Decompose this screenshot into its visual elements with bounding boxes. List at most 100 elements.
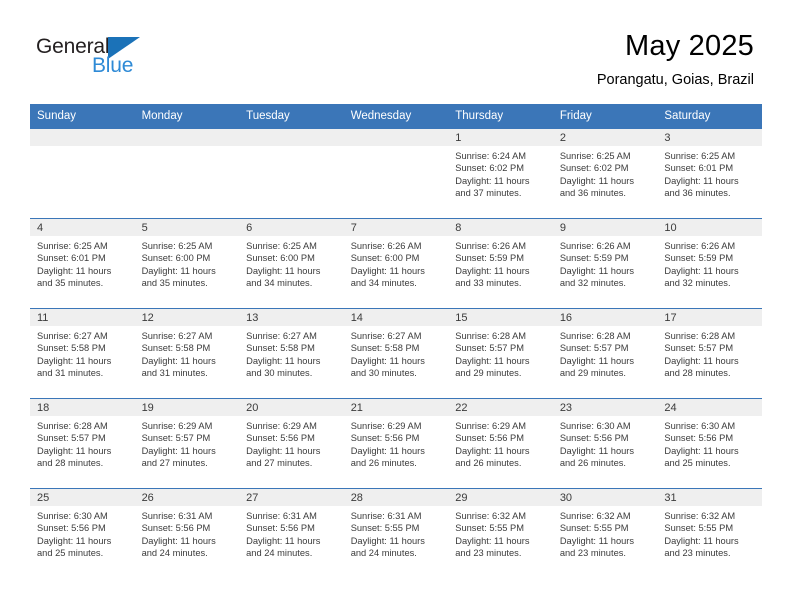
calendar-header-row: Sunday Monday Tuesday Wednesday Thursday Frid… [30, 104, 762, 129]
calendar-day-cell[interactable]: 20 Sunrise: 6:29 AM Sunset: 5:56 PM Dayligh… [239, 398, 344, 489]
calendar-day-cell[interactable]: 12 Sunrise: 6:27 AM Sunset: 5:58 PM Dayligh… [134, 308, 240, 399]
calendar-day-cell[interactable]: 21 Sunrise: 6:29 AM Sunset: 5:56 PM Dayligh… [343, 398, 449, 489]
calendar-day-cell[interactable]: 7 Sunrise: 6:26 AM Sunset: 6:00 PM Daylight… [343, 218, 449, 309]
day-number: 21 [343, 399, 449, 416]
cell-inner: 5 Sunrise: 6:25 AM Sunset: 6:00 PM Daylight… [134, 219, 240, 289]
daylight-text: and 34 minutes. [350, 277, 417, 288]
calendar-day-cell[interactable]: 5 Sunrise: 6:25 AM Sunset: 6:00 PM Daylight… [134, 218, 240, 309]
weekday-header-tuesday: Tuesday [239, 104, 344, 129]
daylight-text: Daylight: 11 hours [37, 265, 112, 276]
day-number: 25 [30, 489, 135, 506]
calendar-day-cell[interactable]: 23 Sunrise: 6:30 AM Sunset: 5:56 PM Dayligh… [552, 398, 658, 489]
daylight-text: Daylight: 11 hours [455, 535, 530, 546]
daylight-text: Daylight: 11 hours [141, 265, 216, 276]
daylight-text: Daylight: 11 hours [664, 445, 739, 456]
day-number: 16 [552, 309, 658, 326]
cell-inner: 14 Sunrise: 6:27 AM Sunset: 5:58 PM Dayligh… [343, 309, 449, 379]
calendar-day-cell[interactable]: 26 Sunrise: 6:31 AM Sunset: 5:56 PM Dayligh… [134, 488, 240, 579]
calendar-day-cell[interactable]: 15 Sunrise: 6:28 AM Sunset: 5:57 PM Dayligh… [448, 308, 553, 399]
day-details: Sunrise: 6:27 AM Sunset: 5:58 PM Daylight:… [344, 326, 449, 379]
sunset-text: Sunset: 5:56 PM [559, 433, 629, 444]
calendar-day-cell[interactable]: 27 Sunrise: 6:31 AM Sunset: 5:56 PM Dayligh… [239, 488, 344, 579]
calendar-day-cell[interactable]: 28 Sunrise: 6:31 AM Sunset: 5:55 PM Dayligh… [343, 488, 449, 579]
sunrise-text: Sunrise: 6:28 AM [559, 331, 631, 341]
calendar-day-cell[interactable]: 24 Sunrise: 6:30 AM Sunset: 5:56 PM Dayligh… [657, 398, 762, 489]
general-blue-logo[interactable]: General Blue [36, 36, 216, 76]
cell-inner: 7 Sunrise: 6:26 AM Sunset: 6:00 PM Daylight… [343, 219, 449, 289]
sunset-text: Sunset: 5:56 PM [455, 433, 524, 444]
sunrise-text: Sunrise: 6:25 AM [559, 151, 631, 161]
page-subtitle: Porangatu, Goias, Brazil [596, 72, 754, 89]
calendar-day-cell[interactable]: 30 Sunrise: 6:32 AM Sunset: 5:55 PM Dayligh… [552, 488, 658, 579]
day-details: Sunrise: 6:29 AM Sunset: 5:57 PM Daylight:… [135, 416, 240, 469]
calendar-day-cell[interactable]: 6 Sunrise: 6:25 AM Sunset: 6:00 PM Daylight… [239, 218, 344, 309]
logo-text-blue: Blue [92, 54, 134, 77]
sunset-text: Sunset: 6:02 PM [559, 163, 629, 174]
daylight-text: and 23 minutes. [559, 547, 626, 558]
daylight-text: and 34 minutes. [246, 277, 313, 288]
calendar-day-cell[interactable]: 10 Sunrise: 6:26 AM Sunset: 5:59 PM Dayligh… [657, 218, 762, 309]
cell-inner: 22 Sunrise: 6:29 AM Sunset: 5:56 PM Dayligh… [448, 399, 553, 469]
daylight-text: and 25 minutes. [664, 457, 731, 468]
day-number: 8 [448, 219, 553, 236]
cell-inner: 28 Sunrise: 6:31 AM Sunset: 5:55 PM Dayligh… [343, 489, 449, 559]
calendar-day-cell[interactable]: 17 Sunrise: 6:28 AM Sunset: 5:57 PM Dayligh… [657, 308, 762, 399]
sunset-text: Sunset: 5:56 PM [350, 433, 420, 444]
daylight-text: Daylight: 11 hours [350, 535, 425, 546]
calendar-day-cell[interactable]: 19 Sunrise: 6:29 AM Sunset: 5:57 PM Dayligh… [134, 398, 240, 489]
daylight-text: Daylight: 11 hours [664, 535, 739, 546]
calendar-day-cell[interactable]: 2 Sunrise: 6:25 AM Sunset: 6:02 PM Daylight… [552, 128, 658, 219]
daylight-text: and 32 minutes. [559, 277, 626, 288]
sunrise-text: Sunrise: 6:30 AM [664, 421, 736, 431]
day-details: Sunrise: 6:27 AM Sunset: 5:58 PM Daylight:… [135, 326, 240, 379]
sunset-text: Sunset: 5:56 PM [246, 523, 315, 534]
calendar-day-cell[interactable]: 31 Sunrise: 6:32 AM Sunset: 5:55 PM Dayligh… [657, 488, 762, 579]
daylight-text: Daylight: 11 hours [141, 445, 216, 456]
page-header: General Blue May 2025 Porangatu, Goias, … [0, 0, 792, 104]
daylight-text: and 36 minutes. [559, 187, 626, 198]
sunset-text: Sunset: 5:59 PM [559, 253, 629, 264]
calendar-day-cell[interactable]: 22 Sunrise: 6:29 AM Sunset: 5:56 PM Dayligh… [448, 398, 553, 489]
calendar-day-cell[interactable]: 3 Sunrise: 6:25 AM Sunset: 6:01 PM Daylight… [657, 128, 762, 219]
calendar-day-cell[interactable]: 25 Sunrise: 6:30 AM Sunset: 5:56 PM Dayligh… [30, 488, 135, 579]
cell-inner [30, 129, 135, 150]
day-details: Sunrise: 6:30 AM Sunset: 5:56 PM Daylight:… [553, 416, 658, 469]
sunrise-text: Sunrise: 6:26 AM [559, 241, 631, 251]
day-number: 6 [239, 219, 344, 236]
daylight-text: Daylight: 11 hours [350, 355, 425, 366]
sunrise-text: Sunrise: 6:29 AM [246, 421, 317, 431]
cell-inner: 25 Sunrise: 6:30 AM Sunset: 5:56 PM Dayligh… [30, 489, 135, 559]
daylight-text: Daylight: 11 hours [455, 355, 530, 366]
sunset-text: Sunset: 5:56 PM [246, 433, 315, 444]
calendar-day-cell[interactable]: 1 Sunrise: 6:24 AM Sunset: 6:02 PM Daylight… [448, 128, 553, 219]
day-details: Sunrise: 6:32 AM Sunset: 5:55 PM Daylight:… [657, 506, 762, 559]
calendar-day-cell[interactable]: 9 Sunrise: 6:26 AM Sunset: 5:59 PM Daylight… [552, 218, 658, 309]
sunset-text: Sunset: 5:58 PM [246, 343, 315, 354]
sunrise-text: Sunrise: 6:28 AM [664, 331, 736, 341]
weekday-header-friday: Friday [552, 104, 658, 129]
sunrise-text: Sunrise: 6:28 AM [37, 421, 108, 431]
daylight-text: Daylight: 11 hours [559, 535, 635, 546]
cell-inner: 9 Sunrise: 6:26 AM Sunset: 5:59 PM Daylight… [552, 219, 658, 289]
calendar-day-cell[interactable]: 29 Sunrise: 6:32 AM Sunset: 5:55 PM Dayligh… [448, 488, 553, 579]
calendar-day-cell[interactable]: 11 Sunrise: 6:27 AM Sunset: 5:58 PM Dayligh… [30, 308, 135, 399]
sunset-text: Sunset: 5:59 PM [455, 253, 524, 264]
calendar-day-cell[interactable]: 13 Sunrise: 6:27 AM Sunset: 5:58 PM Dayligh… [239, 308, 344, 399]
daylight-text: Daylight: 11 hours [141, 355, 216, 366]
calendar-day-cell[interactable]: 4 Sunrise: 6:25 AM Sunset: 6:01 PM Daylight… [30, 218, 135, 309]
calendar-day-cell[interactable]: 18 Sunrise: 6:28 AM Sunset: 5:57 PM Dayligh… [30, 398, 135, 489]
day-number: 13 [239, 309, 344, 326]
calendar-day-cell[interactable]: 14 Sunrise: 6:27 AM Sunset: 5:58 PM Dayligh… [343, 308, 449, 399]
calendar-week-row: 18 Sunrise: 6:28 AM Sunset: 5:57 PM Dayligh… [30, 398, 762, 489]
calendar-week-row: 4 Sunrise: 6:25 AM Sunset: 6:01 PM Daylight… [30, 218, 762, 309]
sunset-text: Sunset: 6:00 PM [350, 253, 420, 264]
title-block: May 2025 Porangatu, Goias, Brazil [597, 30, 754, 90]
cell-inner: 30 Sunrise: 6:32 AM Sunset: 5:55 PM Dayligh… [552, 489, 658, 559]
daylight-text: Daylight: 11 hours [350, 445, 425, 456]
daylight-text: and 27 minutes. [141, 457, 208, 468]
day-number: 29 [448, 489, 553, 506]
day-details: Sunrise: 6:28 AM Sunset: 5:57 PM Daylight:… [448, 326, 553, 379]
daylight-text: Daylight: 11 hours [246, 535, 321, 546]
calendar-day-cell[interactable]: 8 Sunrise: 6:26 AM Sunset: 5:59 PM Daylight… [448, 218, 553, 309]
calendar-day-cell[interactable]: 16 Sunrise: 6:28 AM Sunset: 5:57 PM Dayligh… [552, 308, 658, 399]
